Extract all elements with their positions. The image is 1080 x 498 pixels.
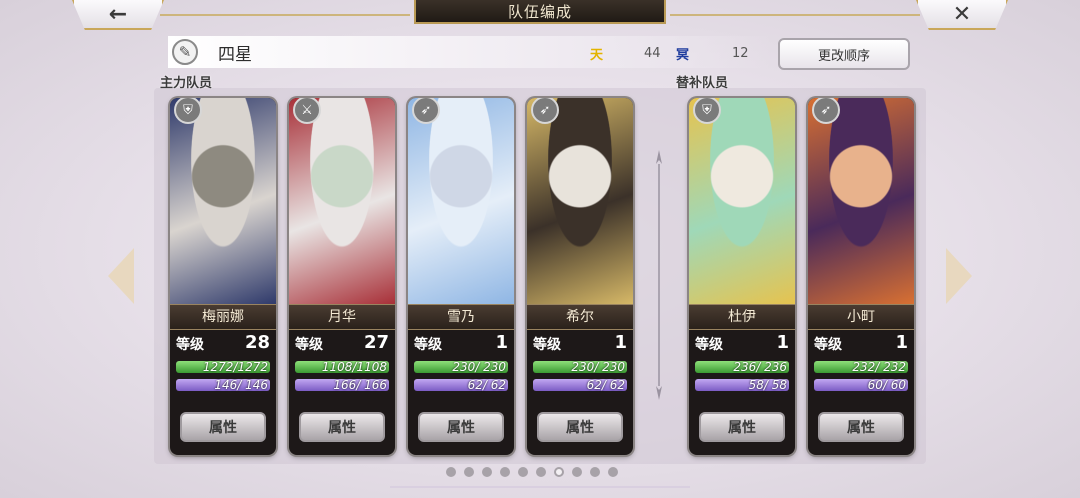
page-dot[interactable] bbox=[518, 467, 528, 477]
character-portrait bbox=[527, 98, 633, 304]
back-button[interactable]: ← bbox=[72, 0, 164, 30]
page-dot[interactable] bbox=[446, 467, 456, 477]
member-card[interactable]: ⛨ 杜伊 等级 1 236/ 236 58/ 58 属性 bbox=[689, 98, 795, 455]
attributes-button[interactable]: 属性 bbox=[180, 412, 266, 442]
level-value: 1 bbox=[895, 332, 908, 353]
page-dot[interactable] bbox=[608, 467, 618, 477]
edit-name-button[interactable]: ✎ bbox=[172, 39, 198, 65]
member-card[interactable]: ➶ 小町 等级 1 232/ 232 60/ 60 属性 bbox=[808, 98, 914, 455]
member-card[interactable]: ⛨ 梅丽娜 等级 28 1272/1272 146/ 146 属性 bbox=[170, 98, 276, 455]
character-portrait bbox=[170, 98, 276, 304]
level-label: 等级 bbox=[295, 337, 323, 353]
next-page-arrow-icon[interactable] bbox=[946, 248, 972, 304]
back-arrow-icon: ← bbox=[108, 1, 128, 27]
underworld-count: 12 bbox=[732, 46, 749, 61]
level-label: 等级 bbox=[695, 337, 723, 353]
close-icon: ✕ bbox=[952, 1, 972, 27]
bottom-deco-line bbox=[390, 486, 690, 488]
team-name: 四星 bbox=[218, 44, 252, 65]
header-deco-left bbox=[160, 14, 410, 16]
level-label: 等级 bbox=[533, 337, 561, 353]
character-name: 雪乃 bbox=[408, 304, 514, 330]
attributes-button[interactable]: 属性 bbox=[818, 412, 904, 442]
level-label: 等级 bbox=[414, 337, 442, 353]
mp-bar: 62/ 62 bbox=[414, 379, 508, 391]
close-button[interactable]: ✕ bbox=[916, 0, 1008, 30]
hp-bar: 1108/1108 bbox=[295, 361, 389, 373]
hp-bar: 236/ 236 bbox=[695, 361, 789, 373]
character-portrait bbox=[808, 98, 914, 304]
level-label: 等级 bbox=[814, 337, 842, 353]
header-deco-right bbox=[670, 14, 920, 16]
attributes-button[interactable]: 属性 bbox=[418, 412, 504, 442]
divider-icon bbox=[656, 150, 662, 400]
level-label: 等级 bbox=[176, 337, 204, 353]
reorder-button[interactable]: 更改顺序 bbox=[778, 38, 910, 70]
level-value: 1 bbox=[614, 332, 627, 353]
character-name: 月华 bbox=[289, 304, 395, 330]
hp-bar: 232/ 232 bbox=[814, 361, 908, 373]
page-dot[interactable] bbox=[590, 467, 600, 477]
character-portrait bbox=[689, 98, 795, 304]
heaven-count: 44 bbox=[644, 46, 661, 61]
page-dot[interactable] bbox=[536, 467, 546, 477]
member-card[interactable]: ⚔ 月华 等级 27 1108/1108 166/ 166 属性 bbox=[289, 98, 395, 455]
character-name: 杜伊 bbox=[689, 304, 795, 330]
level-value: 28 bbox=[244, 332, 270, 353]
character-name: 希尔 bbox=[527, 304, 633, 330]
hp-bar: 230/ 230 bbox=[414, 361, 508, 373]
pen-icon: ✎ bbox=[178, 43, 192, 61]
level-row: 等级 28 bbox=[176, 332, 270, 353]
level-row: 等级 1 bbox=[533, 332, 627, 353]
attributes-button[interactable]: 属性 bbox=[299, 412, 385, 442]
level-value: 27 bbox=[363, 332, 389, 353]
level-row: 等级 27 bbox=[295, 332, 389, 353]
team-name-bar: ✎ 四星 天 44 冥 12 bbox=[168, 36, 772, 68]
attributes-button[interactable]: 属性 bbox=[537, 412, 623, 442]
character-name: 小町 bbox=[808, 304, 914, 330]
page-dot[interactable] bbox=[482, 467, 492, 477]
page-indicator bbox=[446, 467, 618, 477]
level-row: 等级 1 bbox=[414, 332, 508, 353]
mp-bar: 166/ 166 bbox=[295, 379, 389, 391]
hp-bar: 230/ 230 bbox=[533, 361, 627, 373]
mp-bar: 58/ 58 bbox=[695, 379, 789, 391]
page-title: 队伍编成 bbox=[414, 0, 666, 24]
member-card[interactable]: ➶ 希尔 等级 1 230/ 230 62/ 62 属性 bbox=[527, 98, 633, 455]
character-portrait bbox=[408, 98, 514, 304]
page-dot[interactable] bbox=[554, 467, 564, 477]
character-name: 梅丽娜 bbox=[170, 304, 276, 330]
heaven-badge-icon: 天 bbox=[590, 48, 604, 63]
hp-bar: 1272/1272 bbox=[176, 361, 270, 373]
character-portrait bbox=[289, 98, 395, 304]
level-value: 1 bbox=[495, 332, 508, 353]
mp-bar: 146/ 146 bbox=[176, 379, 270, 391]
underworld-badge-icon: 冥 bbox=[676, 48, 690, 63]
mp-bar: 60/ 60 bbox=[814, 379, 908, 391]
mp-bar: 62/ 62 bbox=[533, 379, 627, 391]
level-value: 1 bbox=[776, 332, 789, 353]
attributes-button[interactable]: 属性 bbox=[699, 412, 785, 442]
level-row: 等级 1 bbox=[695, 332, 789, 353]
page-dot[interactable] bbox=[464, 467, 474, 477]
level-row: 等级 1 bbox=[814, 332, 908, 353]
prev-page-arrow-icon[interactable] bbox=[108, 248, 134, 304]
member-card[interactable]: ➶ 雪乃 等级 1 230/ 230 62/ 62 属性 bbox=[408, 98, 514, 455]
page-dot[interactable] bbox=[572, 467, 582, 477]
page-dot[interactable] bbox=[500, 467, 510, 477]
